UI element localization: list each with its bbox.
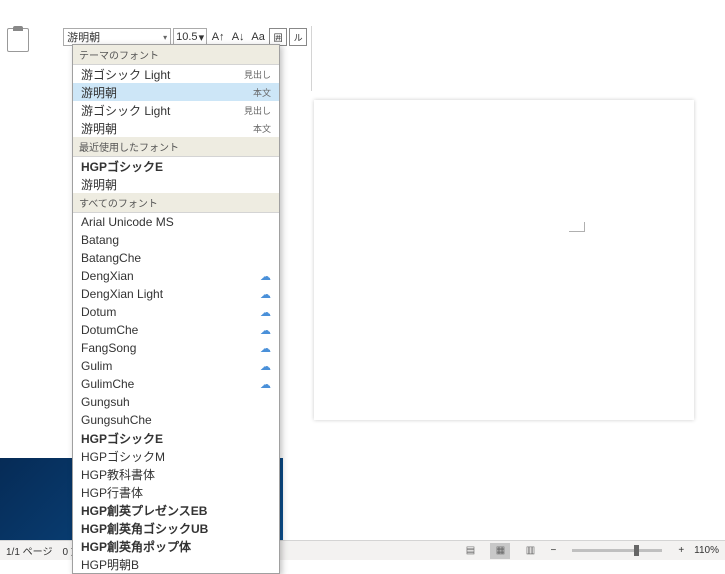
font-option[interactable]: 游明朝本文 — [73, 83, 279, 101]
phonetic-guide-button[interactable]: ル — [289, 28, 307, 46]
font-option[interactable]: DotumChe☁ — [73, 321, 279, 339]
font-option[interactable]: HGP創英角ポップ体 — [73, 537, 279, 555]
font-option[interactable]: HGP行書体 — [73, 483, 279, 501]
font-option[interactable]: 游ゴシック Light見出し — [73, 101, 279, 119]
zoom-out-button[interactable]: − — [550, 545, 556, 556]
print-layout-button[interactable]: ▦ — [490, 543, 510, 559]
font-option[interactable]: 游ゴシック Light見出し — [73, 65, 279, 83]
document-area[interactable] — [283, 92, 725, 540]
cloud-icon: ☁ — [260, 324, 271, 337]
zoom-level[interactable]: 110% — [694, 545, 719, 556]
font-option[interactable]: BatangChe — [73, 249, 279, 267]
font-option[interactable]: HGP創英角ゴシックUB — [73, 519, 279, 537]
font-option[interactable]: Arial Unicode MS — [73, 213, 279, 231]
clipboard-icon — [7, 28, 29, 52]
font-option[interactable]: HGP創英プレゼンスEB — [73, 501, 279, 519]
read-mode-button[interactable]: ▤ — [460, 543, 480, 559]
font-option[interactable]: HGP教科書体 — [73, 465, 279, 483]
font-option[interactable]: DengXian☁ — [73, 267, 279, 285]
font-option[interactable]: 游明朝 — [73, 175, 279, 193]
text-cursor — [569, 222, 585, 232]
cloud-icon: ☁ — [260, 270, 271, 283]
font-dropdown[interactable]: テーマのフォント游ゴシック Light見出し游明朝本文游ゴシック Light見出… — [72, 44, 280, 574]
font-option[interactable]: 游明朝本文 — [73, 119, 279, 137]
font-option[interactable]: DengXian Light☁ — [73, 285, 279, 303]
font-option[interactable]: Gulim☁ — [73, 357, 279, 375]
font-option[interactable]: Batang — [73, 231, 279, 249]
web-layout-button[interactable]: ▥ — [520, 543, 540, 559]
zoom-slider[interactable] — [572, 549, 662, 552]
zoom-in-button[interactable]: + — [678, 545, 684, 556]
page-count[interactable]: 1/1 ページ — [6, 543, 52, 558]
font-option[interactable]: HGPゴシックE — [73, 429, 279, 447]
dropdown-section-header: 最近使用したフォント — [73, 137, 279, 157]
font-option[interactable]: HGPゴシックM — [73, 447, 279, 465]
cloud-icon: ☁ — [260, 288, 271, 301]
cloud-icon: ☁ — [260, 360, 271, 373]
font-option[interactable]: GungsuhChe — [73, 411, 279, 429]
font-option[interactable]: FangSong☁ — [73, 339, 279, 357]
font-option[interactable]: Dotum☁ — [73, 303, 279, 321]
font-option[interactable]: GulimChe☁ — [73, 375, 279, 393]
page[interactable] — [314, 100, 694, 420]
dropdown-section-header: すべてのフォント — [73, 193, 279, 213]
cloud-icon: ☁ — [260, 306, 271, 319]
dropdown-section-header: テーマのフォント — [73, 45, 279, 65]
font-option[interactable]: HGPゴシックE — [73, 157, 279, 175]
font-option[interactable]: HGP明朝B — [73, 555, 279, 573]
cloud-icon: ☁ — [260, 378, 271, 391]
cloud-icon: ☁ — [260, 342, 271, 355]
font-option[interactable]: Gungsuh — [73, 393, 279, 411]
